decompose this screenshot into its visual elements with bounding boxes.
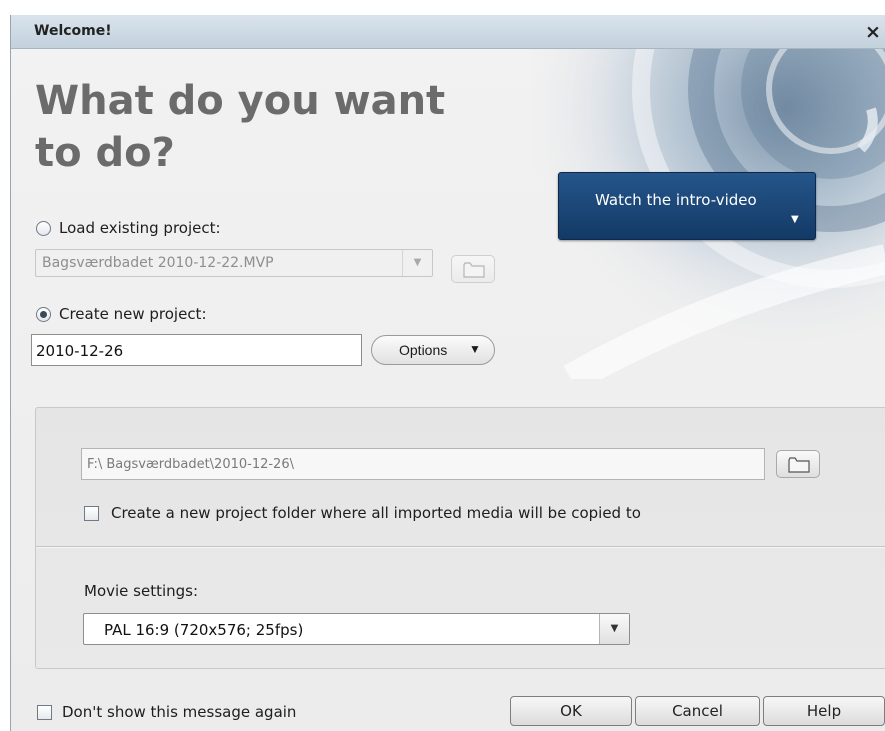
- folder-icon: [463, 262, 485, 278]
- dont-show-again-checkbox[interactable]: Don't show this message again: [37, 703, 296, 721]
- movie-settings-value: PAL 16:9 (720x576; 25fps): [104, 621, 304, 639]
- chevron-down-icon: ▼: [402, 250, 432, 276]
- window-title: Welcome!: [34, 23, 112, 39]
- panel-divider: [36, 546, 885, 547]
- chevron-down-icon: ▼: [599, 614, 629, 644]
- close-button[interactable]: ×: [862, 21, 884, 43]
- radio-unchecked-icon: [36, 220, 51, 236]
- browse-folder-button[interactable]: [776, 450, 820, 478]
- movie-settings-label: Movie settings:: [84, 582, 199, 600]
- project-folder-path-value: F:\ Bagsværdbadet\2010-12-26\: [87, 457, 294, 472]
- load-existing-label: Load existing project:: [59, 219, 221, 237]
- watch-intro-video-button[interactable]: Watch the intro-video ▼: [558, 172, 816, 240]
- folder-icon: [788, 457, 810, 473]
- create-project-folder-checkbox[interactable]: Create a new project folder where all im…: [84, 504, 641, 522]
- movie-settings-select[interactable]: PAL 16:9 (720x576; 25fps) ▼: [83, 613, 630, 645]
- checkbox-unchecked-icon: [37, 704, 52, 720]
- existing-project-select[interactable]: Bagsværdbadet 2010-12-22.MVP ▼: [35, 249, 433, 277]
- page-title: What do you want to do?: [35, 78, 446, 176]
- create-project-folder-label: Create a new project folder where all im…: [111, 504, 641, 522]
- dont-show-again-label: Don't show this message again: [62, 703, 297, 721]
- chevron-down-icon: ▼: [469, 342, 481, 356]
- chevron-down-icon: ▼: [791, 214, 799, 225]
- existing-project-value: Bagsværdbadet 2010-12-22.MVP: [42, 255, 274, 271]
- intro-button-label: Watch the intro-video: [595, 191, 757, 209]
- create-new-project-radio[interactable]: Create new project:: [36, 305, 207, 323]
- title-bar[interactable]: Welcome! ×: [11, 15, 885, 49]
- radio-checked-icon: [36, 306, 51, 322]
- new-project-name-value: 2010-12-26: [36, 342, 124, 360]
- ok-button[interactable]: OK: [510, 696, 632, 726]
- load-existing-project-radio[interactable]: Load existing project:: [36, 219, 221, 237]
- welcome-dialog: Welcome! × What do you want to do? Watch…: [10, 15, 885, 731]
- cancel-button[interactable]: Cancel: [635, 696, 760, 726]
- create-new-label: Create new project:: [59, 305, 207, 323]
- options-label: Options: [399, 342, 448, 358]
- browse-existing-project-button[interactable]: [451, 255, 495, 283]
- project-settings-panel: F:\ Bagsværdbadet\2010-12-26\ Create a n…: [35, 407, 885, 669]
- options-button[interactable]: Options ▼: [371, 335, 495, 365]
- new-project-name-input[interactable]: 2010-12-26: [31, 334, 362, 366]
- help-button[interactable]: Help: [763, 696, 885, 726]
- project-folder-path-input[interactable]: F:\ Bagsværdbadet\2010-12-26\: [81, 448, 765, 480]
- checkbox-unchecked-icon: [84, 505, 99, 521]
